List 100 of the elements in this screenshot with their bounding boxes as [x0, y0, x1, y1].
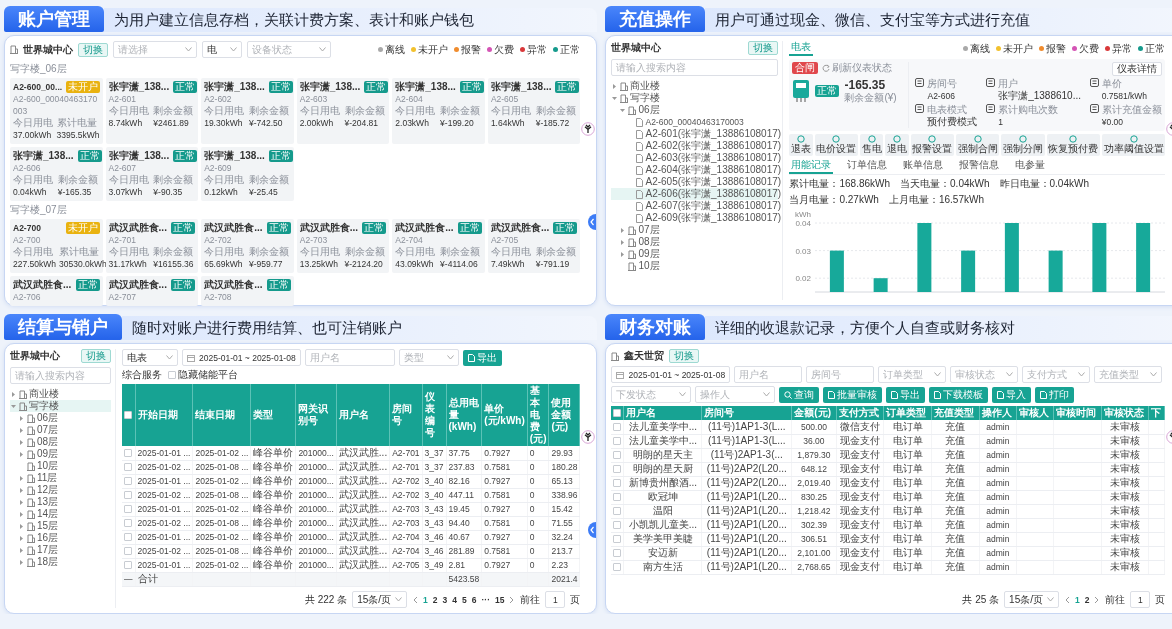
tree-item[interactable]: 10层 — [611, 260, 779, 272]
tree-item[interactable]: 18层 — [10, 556, 111, 568]
tree-item[interactable]: 06层 — [611, 104, 779, 116]
caret-icon[interactable] — [763, 392, 771, 397]
caret-icon[interactable] — [319, 47, 326, 52]
action-button[interactable]: 退表 — [789, 134, 813, 156]
tree-item[interactable]: 08层 — [611, 236, 779, 248]
tree-item[interactable]: 14层 — [10, 508, 111, 520]
checkbox[interactable] — [613, 521, 622, 529]
caret-icon[interactable] — [1078, 372, 1086, 377]
checkbox[interactable] — [168, 371, 176, 379]
checkbox[interactable] — [124, 491, 132, 499]
checkbox[interactable] — [613, 535, 622, 543]
caret-icon[interactable] — [166, 355, 173, 360]
action-button[interactable]: 强制合闸 — [956, 134, 1000, 156]
tree-item[interactable]: A2-607(张宇潇_13886108017) — [611, 200, 779, 212]
tree-item[interactable]: 07层 — [611, 224, 779, 236]
checkbox[interactable] — [613, 493, 622, 501]
side-tab-icon[interactable] — [587, 521, 597, 538]
circle-logo-icon[interactable] — [581, 430, 596, 445]
chevron-left-icon[interactable] — [1064, 595, 1070, 604]
caret-icon[interactable] — [395, 597, 403, 602]
action-button[interactable]: 强制分闸 — [1001, 134, 1045, 156]
page-input[interactable]: 1 — [1130, 591, 1151, 608]
checkbox[interactable] — [613, 437, 622, 445]
caret-icon[interactable] — [230, 47, 237, 52]
page-button[interactable]: 2 — [1084, 593, 1090, 606]
select-field[interactable]: 15条/页 — [352, 591, 408, 608]
tree-item[interactable]: A2-601(张宇潇_13886108017) — [611, 128, 779, 140]
checkbox[interactable] — [613, 479, 622, 487]
tree-item[interactable]: 商业楼 — [10, 388, 111, 400]
checkbox[interactable] — [124, 561, 132, 569]
checkbox[interactable] — [124, 477, 132, 485]
select-field[interactable]: 电 — [202, 41, 242, 58]
tab[interactable]: 账单信息 — [901, 159, 946, 174]
select-field[interactable]: 电表 — [122, 349, 178, 366]
tree-item[interactable]: 12层 — [10, 484, 111, 496]
checkbox[interactable] — [124, 448, 132, 457]
checkbox[interactable] — [124, 519, 132, 527]
tree-item[interactable]: 写字楼 — [10, 400, 111, 412]
date-range-field[interactable]: 2025-01-01 ~ 2025-01-08 — [182, 349, 301, 366]
checkbox[interactable] — [613, 465, 622, 473]
side-tab-icon[interactable] — [587, 213, 597, 230]
tree-item[interactable]: 15层 — [10, 520, 111, 532]
date-range-field[interactable]: 2025-01-01 ~ 2025-01-08 — [611, 366, 731, 383]
tree-item[interactable]: 13层 — [10, 496, 111, 508]
page-button[interactable]: ··· — [481, 593, 490, 606]
chevron-right-icon[interactable] — [1094, 595, 1101, 604]
tree-item[interactable]: 写字楼 — [611, 92, 779, 104]
tree-item[interactable]: A2-609(张宇潇_13886108017) — [611, 212, 779, 224]
checkbox[interactable] — [124, 411, 132, 419]
checkbox[interactable] — [613, 549, 622, 557]
tree-item[interactable]: 10层 — [10, 460, 111, 472]
tree-item[interactable]: 06层 — [10, 412, 111, 424]
details-button[interactable]: 仪表详情 — [1112, 62, 1163, 76]
chevron-right-icon[interactable] — [509, 595, 516, 604]
tree-item[interactable]: 09层 — [10, 448, 111, 460]
tree-item[interactable]: 09层 — [611, 248, 779, 260]
page-button[interactable]: 2 — [432, 593, 438, 606]
checkbox[interactable] — [613, 507, 622, 515]
page-button[interactable]: 15 — [495, 593, 505, 606]
tree-item[interactable]: A2-606(张宇潇_13886108017) — [611, 188, 779, 200]
caret-icon[interactable] — [934, 372, 942, 377]
tree-item[interactable]: A2-605(张宇潇_13886108017) — [611, 176, 779, 188]
checkbox[interactable] — [124, 463, 132, 471]
tab[interactable]: 电参量 — [1013, 159, 1048, 174]
action-button[interactable]: 恢复预付费 — [1046, 134, 1101, 156]
tree-item[interactable]: 16层 — [10, 532, 111, 544]
page-button[interactable]: 6 — [471, 593, 477, 606]
checkbox[interactable] — [124, 505, 132, 513]
tree-item[interactable]: A2-603(张宇潇_13886108017) — [611, 152, 779, 164]
checkbox[interactable] — [124, 533, 132, 541]
checkbox[interactable] — [613, 409, 622, 417]
tree-item[interactable]: A2-600_00040463170003 — [611, 116, 779, 128]
checkbox[interactable] — [613, 451, 622, 459]
action-button[interactable]: 电价设置 — [814, 134, 859, 156]
page-button[interactable]: 3 — [442, 593, 448, 606]
caret-icon[interactable] — [1006, 372, 1014, 377]
chevron-left-icon[interactable] — [412, 595, 419, 604]
tree-item[interactable]: 17层 — [10, 544, 111, 556]
tree-item[interactable]: 08层 — [10, 436, 111, 448]
tree-item[interactable]: 11层 — [10, 472, 111, 484]
circle-logo-icon[interactable] — [581, 122, 596, 137]
tab[interactable]: 订单信息 — [845, 159, 890, 174]
checkbox[interactable] — [613, 422, 622, 431]
checkbox[interactable] — [613, 563, 622, 571]
select-field[interactable]: 15条/页 — [1004, 591, 1059, 608]
page-input[interactable]: 1 — [545, 591, 566, 608]
action-button[interactable]: 功率阈值设置 — [1102, 134, 1166, 156]
page-button[interactable]: 4 — [452, 593, 458, 606]
page-button[interactable]: 5 — [462, 593, 467, 606]
tab[interactable]: 报警信息 — [957, 159, 1002, 174]
tree-item[interactable]: 商业楼 — [611, 80, 779, 92]
tree-item[interactable]: A2-604(张宇潇_13886108017) — [611, 164, 779, 176]
caret-icon[interactable] — [446, 355, 454, 360]
action-button[interactable]: 退电 — [885, 134, 909, 156]
checkbox[interactable] — [124, 547, 132, 555]
tree-item[interactable]: A2-602(张宇潇_13886108017) — [611, 140, 779, 152]
caret-icon[interactable] — [1047, 597, 1054, 602]
caret-icon[interactable] — [679, 392, 687, 397]
